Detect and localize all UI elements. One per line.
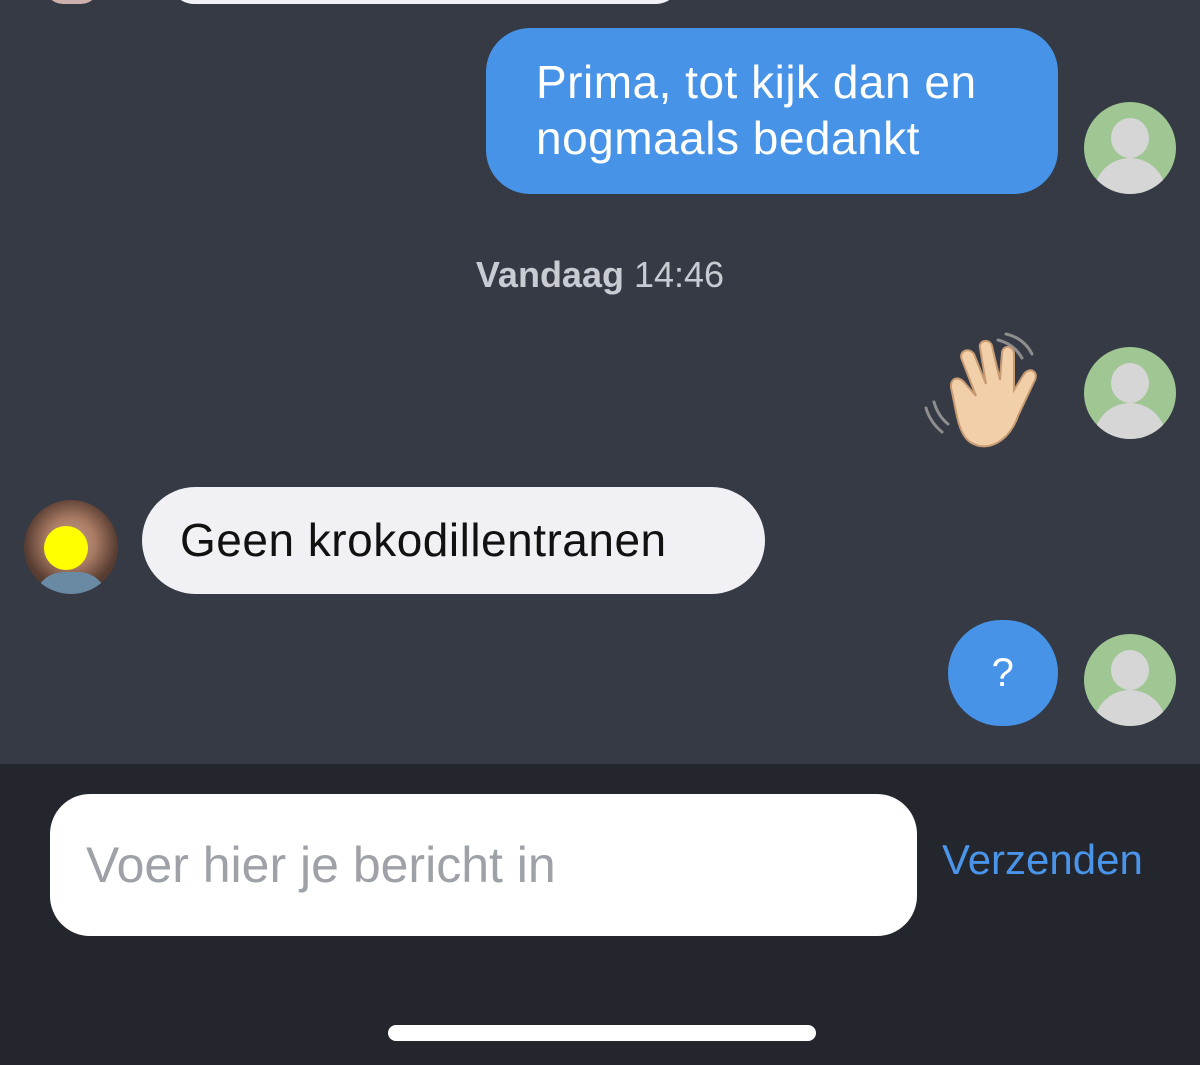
contact-avatar[interactable] [24,500,118,594]
my-avatar[interactable] [1084,102,1176,194]
avatar-placeholder-body [1094,158,1166,194]
avatar-placeholder-body [1094,690,1166,726]
conversation-view[interactable]: Prima, tot kijk dan en nogmaals bedankt … [0,0,1200,764]
previous-incoming-bubble[interactable] [170,0,680,4]
outgoing-message-bubble[interactable]: Prima, tot kijk dan en nogmaals bedankt [486,28,1058,194]
incoming-message-bubble[interactable]: Geen krokodillentranen [142,487,765,594]
my-avatar[interactable] [1084,347,1176,439]
send-button[interactable]: Verzenden [942,836,1143,884]
previous-contact-avatar [45,0,99,4]
avatar-photo-shirt [34,572,108,594]
avatar-placeholder-body [1094,403,1166,439]
waving-hand-emoji[interactable] [918,330,1050,456]
avatar-placeholder-head [1111,363,1149,403]
avatar-placeholder-head [1111,118,1149,158]
message-timestamp: Vandaag 14:46 [0,254,1200,296]
message-input-placeholder: Voer hier je bericht in [86,837,556,893]
messaging-screen: Prima, tot kijk dan en nogmaals bedankt … [0,0,1200,1065]
outgoing-message-bubble[interactable]: ? [948,620,1058,726]
my-avatar[interactable] [1084,634,1176,726]
avatar-placeholder-head [1111,650,1149,690]
timestamp-day: Vandaag [475,254,624,295]
face-redaction-dot [44,526,88,570]
home-indicator[interactable] [388,1025,816,1041]
message-input[interactable]: Voer hier je bericht in [50,794,917,936]
timestamp-time: 14:46 [633,254,725,295]
